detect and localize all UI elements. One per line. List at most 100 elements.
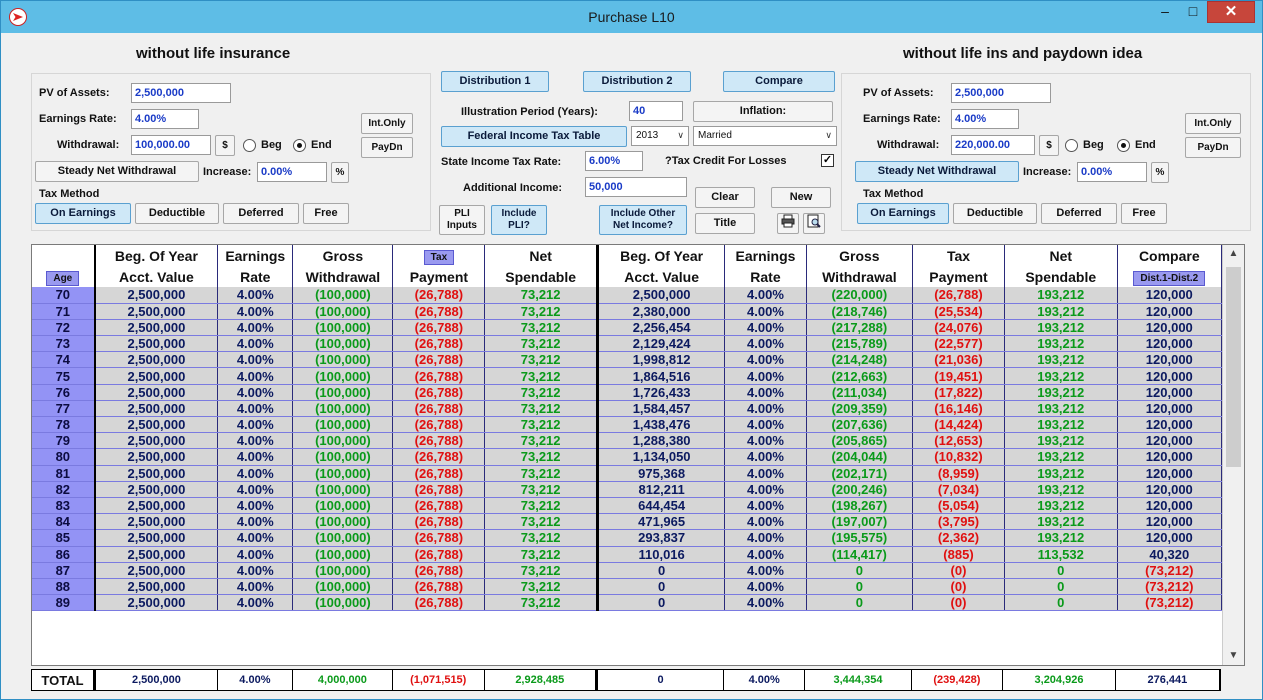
vertical-scrollbar[interactable]: ▲ ▼ bbox=[1222, 245, 1244, 665]
tax-year-select[interactable]: 2013 ∨ bbox=[631, 126, 689, 146]
right-rate-input[interactable]: 4.00% bbox=[951, 109, 1019, 129]
table-cell: 2,500,000 bbox=[94, 497, 219, 515]
totals-grid: TOTAL 2,500,000 4.00% 4,000,000 (1,071,515) 2… bbox=[32, 670, 1221, 690]
left-dollar-button[interactable]: $ bbox=[215, 135, 235, 156]
table-cell: 4.00% bbox=[217, 546, 294, 563]
right-tax-deferred-button[interactable]: Deferred bbox=[1041, 203, 1117, 224]
right-intonly-button[interactable]: Int.Only bbox=[1185, 113, 1241, 134]
totals-row: TOTAL 2,500,000 4.00% 4,000,000 (1,071,515) 2… bbox=[31, 669, 1221, 691]
left-intonly-button[interactable]: Int.Only bbox=[361, 113, 413, 134]
table-cell: 120,000 bbox=[1117, 400, 1223, 418]
distribution-1-button[interactable]: Distribution 1 bbox=[441, 71, 549, 92]
left-increase-input[interactable]: 0.00% bbox=[257, 162, 327, 182]
left-tax-deferred-button[interactable]: Deferred bbox=[223, 203, 299, 224]
right-paydn-button[interactable]: PayDn bbox=[1185, 137, 1241, 158]
pli-inputs-button[interactable]: PLI Inputs bbox=[439, 205, 485, 235]
table-cell: 77 bbox=[32, 400, 96, 418]
close-button[interactable]: ✕ bbox=[1207, 1, 1255, 23]
table-cell: 4.00% bbox=[724, 546, 807, 563]
table-cell: (218,746) bbox=[806, 303, 914, 320]
filing-status-select[interactable]: Married ∨ bbox=[693, 126, 837, 146]
header-top-9: Tax bbox=[912, 245, 1005, 266]
right-pct-button[interactable]: % bbox=[1151, 162, 1169, 183]
printer-icon[interactable] bbox=[777, 213, 799, 234]
header-bottom-4: Payment bbox=[392, 266, 486, 287]
table-cell: (26,788) bbox=[392, 384, 486, 401]
table-cell: 2,500,000 bbox=[94, 546, 219, 563]
left-tax-on-earnings-button[interactable]: On Earnings bbox=[35, 203, 131, 224]
table-cell: 4.00% bbox=[724, 400, 807, 418]
table-cell: (100,000) bbox=[292, 287, 394, 304]
left-pv-input[interactable]: 2,500,000 bbox=[131, 83, 231, 103]
right-pv-input[interactable]: 2,500,000 bbox=[951, 83, 1051, 103]
additional-income-input[interactable]: 50,000 bbox=[585, 177, 687, 197]
compare-button[interactable]: Compare bbox=[723, 71, 835, 92]
tax-year-value: 2013 bbox=[636, 130, 659, 141]
right-tax-on-earnings-button[interactable]: On Earnings bbox=[857, 203, 949, 224]
table-cell: 193,212 bbox=[1004, 448, 1118, 466]
include-other-income-button[interactable]: Include Other Net Income? bbox=[599, 205, 687, 235]
right-dollar-button[interactable]: $ bbox=[1039, 135, 1059, 156]
left-pct-button[interactable]: % bbox=[331, 162, 349, 183]
right-withdrawal-input[interactable]: 220,000.00 bbox=[951, 135, 1035, 155]
scroll-down-icon[interactable]: ▼ bbox=[1223, 647, 1244, 665]
tax-header-button[interactable]: Tax bbox=[423, 249, 455, 265]
total-cell: (239,428) bbox=[911, 670, 1004, 690]
header-bottom-10: Spendable bbox=[1004, 266, 1118, 287]
table-row: 70 2,500,000 4.00% (100,000) (26,788) 73,212 2… bbox=[32, 287, 1223, 304]
right-beg-radio[interactable] bbox=[1065, 139, 1078, 152]
period-input[interactable]: 40 bbox=[629, 101, 683, 121]
table-cell: 120,000 bbox=[1117, 335, 1223, 353]
table-row: 83 2,500,000 4.00% (100,000) (26,788) 73,212 6… bbox=[32, 497, 1223, 515]
preview-icon[interactable] bbox=[803, 213, 825, 234]
left-tax-free-button[interactable]: Free bbox=[303, 203, 349, 224]
state-tax-input[interactable]: 6.00% bbox=[585, 151, 643, 171]
distribution-2-button[interactable]: Distribution 2 bbox=[583, 71, 691, 92]
left-withdrawal-input[interactable]: 100,000.00 bbox=[131, 135, 211, 155]
table-cell: 120,000 bbox=[1117, 432, 1223, 450]
table-cell: 71 bbox=[32, 303, 96, 320]
table-cell: 1,864,516 bbox=[597, 367, 726, 385]
table-cell: 4.00% bbox=[217, 497, 294, 515]
minimize-button[interactable]: – bbox=[1151, 1, 1179, 23]
table-cell: 2,500,000 bbox=[94, 448, 219, 466]
left-tax-deductible-button[interactable]: Deductible bbox=[135, 203, 219, 224]
compare-header-button[interactable]: Dist.1-Dist.2 bbox=[1133, 270, 1206, 286]
left-end-radio[interactable] bbox=[293, 139, 306, 152]
left-paydn-button[interactable]: PayDn bbox=[361, 137, 413, 158]
maximize-button[interactable]: □ bbox=[1179, 1, 1207, 23]
left-rate-input[interactable]: 4.00% bbox=[131, 109, 199, 129]
scroll-thumb[interactable] bbox=[1226, 267, 1241, 467]
header-bottom-3: Withdrawal bbox=[292, 266, 394, 287]
table-cell: 73,212 bbox=[484, 384, 599, 401]
left-steady-button[interactable]: Steady Net Withdrawal bbox=[35, 161, 199, 182]
table-cell: (26,788) bbox=[392, 546, 486, 563]
right-steady-button[interactable]: Steady Net Withdrawal bbox=[855, 161, 1019, 182]
scroll-up-icon[interactable]: ▲ bbox=[1223, 245, 1244, 263]
table-cell: (207,636) bbox=[806, 416, 914, 434]
right-increase-input[interactable]: 0.00% bbox=[1077, 162, 1147, 182]
table-cell: 86 bbox=[32, 546, 96, 563]
tax-credit-label: ?Tax Credit For Losses bbox=[665, 155, 787, 167]
tax-credit-checkbox[interactable]: ✓ bbox=[821, 154, 834, 167]
table-cell: 75 bbox=[32, 367, 96, 385]
table-cell: 73,212 bbox=[484, 448, 599, 466]
table-cell: 73,212 bbox=[484, 432, 599, 450]
right-tax-free-button[interactable]: Free bbox=[1121, 203, 1167, 224]
header-bottom-1: Acct. Value bbox=[94, 266, 219, 287]
new-button[interactable]: New bbox=[771, 187, 831, 208]
header-top-11: Compare bbox=[1117, 245, 1223, 266]
header-top-2: Earnings bbox=[217, 245, 294, 266]
printer-icon-glyph bbox=[781, 214, 795, 228]
inflation-button[interactable]: Inflation: bbox=[693, 101, 833, 122]
table-cell: (215,789) bbox=[806, 335, 914, 353]
right-end-radio[interactable] bbox=[1117, 139, 1130, 152]
include-pli-button[interactable]: Include PLI? bbox=[491, 205, 547, 235]
table-cell: (26,788) bbox=[392, 400, 486, 418]
federal-tax-table-button[interactable]: Federal Income Tax Table bbox=[441, 126, 627, 147]
left-beg-radio[interactable] bbox=[243, 139, 256, 152]
age-header-button[interactable]: Age bbox=[46, 270, 80, 286]
right-tax-deductible-button[interactable]: Deductible bbox=[953, 203, 1037, 224]
title-button[interactable]: Title bbox=[695, 213, 755, 234]
clear-button[interactable]: Clear bbox=[695, 187, 755, 208]
